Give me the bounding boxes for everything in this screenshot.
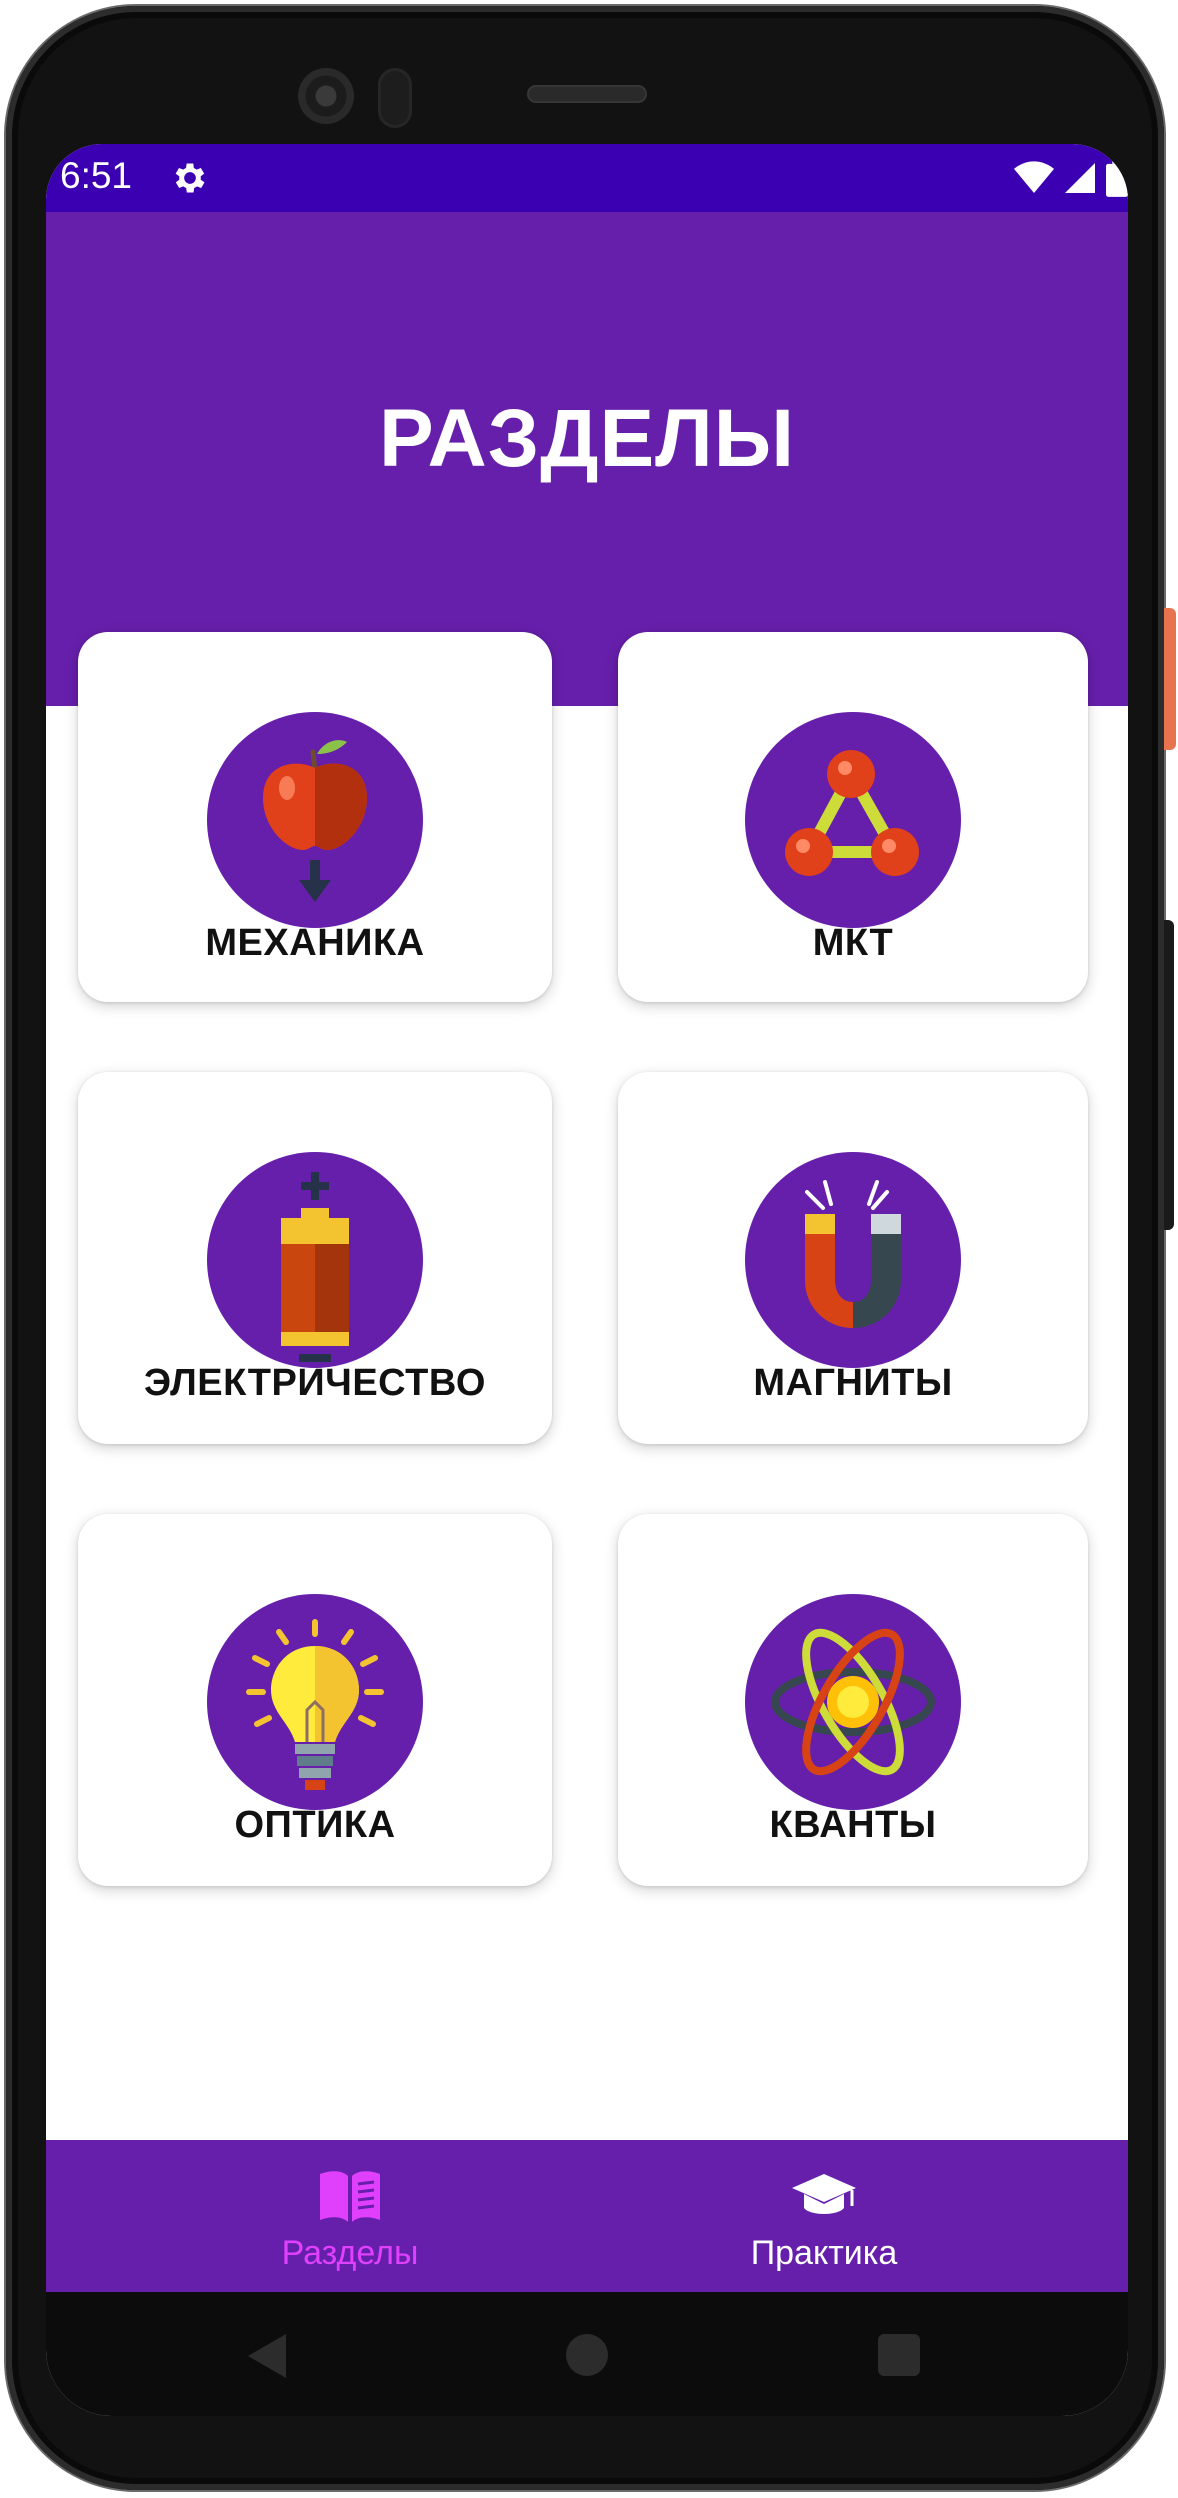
screen: 6:51 РАЗДЕЛЫ МЕХАНИКА МКТ ЭЛЕКТРИЧЕСТВО … xyxy=(46,144,1128,2416)
status-time: 6:51 xyxy=(60,155,133,196)
proximity-sensor xyxy=(378,68,412,128)
status-right-icons xyxy=(1014,158,1128,198)
section-label: КВАНТЫ xyxy=(769,1804,937,1846)
back-icon[interactable] xyxy=(246,2332,290,2380)
section-card-magnets[interactable]: МАГНИТЫ xyxy=(618,1072,1088,1444)
bottom-navigation: Разделы Практика xyxy=(46,2140,1128,2292)
home-button[interactable] xyxy=(566,2334,608,2376)
status-bar: 6:51 xyxy=(46,144,1128,212)
molecule-icon xyxy=(745,712,961,928)
book-icon xyxy=(320,2171,380,2222)
graduation-cap-icon xyxy=(792,2174,856,2214)
section-label: МЕХАНИКА xyxy=(205,922,425,964)
battery-icon xyxy=(1106,159,1128,197)
section-card-optics[interactable]: ОПТИКА xyxy=(78,1514,552,1886)
phone-frame: 6:51 РАЗДЕЛЫ МЕХАНИКА МКТ ЭЛЕКТРИЧЕСТВО … xyxy=(0,0,1178,2498)
section-label: МКТ xyxy=(812,922,894,964)
power-button xyxy=(1164,608,1176,750)
atom-icon xyxy=(745,1594,961,1810)
wifi-icon xyxy=(1014,161,1054,193)
magnet-icon xyxy=(745,1152,961,1368)
volume-button xyxy=(1164,920,1174,1230)
section-label: МАГНИТЫ xyxy=(753,1362,953,1404)
apple-falling-icon xyxy=(207,712,423,928)
front-camera xyxy=(298,68,354,124)
bottom-nav-label: Разделы xyxy=(281,2234,419,2272)
section-label: ОПТИКА xyxy=(234,1804,396,1846)
bottom-nav-practice[interactable]: Практика xyxy=(624,2140,1024,2292)
battery-icon xyxy=(207,1152,423,1368)
sections-grid: МЕХАНИКА МКТ ЭЛЕКТРИЧЕСТВО МАГНИТЫ ОПТИК… xyxy=(78,632,1092,1886)
recents-button[interactable] xyxy=(878,2334,920,2376)
section-card-mkt[interactable]: МКТ xyxy=(618,632,1088,1002)
earpiece-speaker xyxy=(527,85,647,103)
section-card-mechanics[interactable]: МЕХАНИКА xyxy=(78,632,552,1002)
signal-icon xyxy=(1065,163,1095,193)
light-bulb-icon xyxy=(207,1594,423,1810)
section-card-electricity[interactable]: ЭЛЕКТРИЧЕСТВО xyxy=(78,1072,552,1444)
gear-icon xyxy=(175,163,205,193)
bottom-nav-sections[interactable]: Разделы xyxy=(150,2140,550,2292)
system-nav-bar xyxy=(46,2292,1128,2416)
page-title: РАЗДЕЛЫ xyxy=(379,393,795,484)
section-label: ЭЛЕКТРИЧЕСТВО xyxy=(144,1362,486,1404)
bottom-nav-label: Практика xyxy=(750,2234,898,2272)
section-card-quanta[interactable]: КВАНТЫ xyxy=(618,1514,1088,1886)
